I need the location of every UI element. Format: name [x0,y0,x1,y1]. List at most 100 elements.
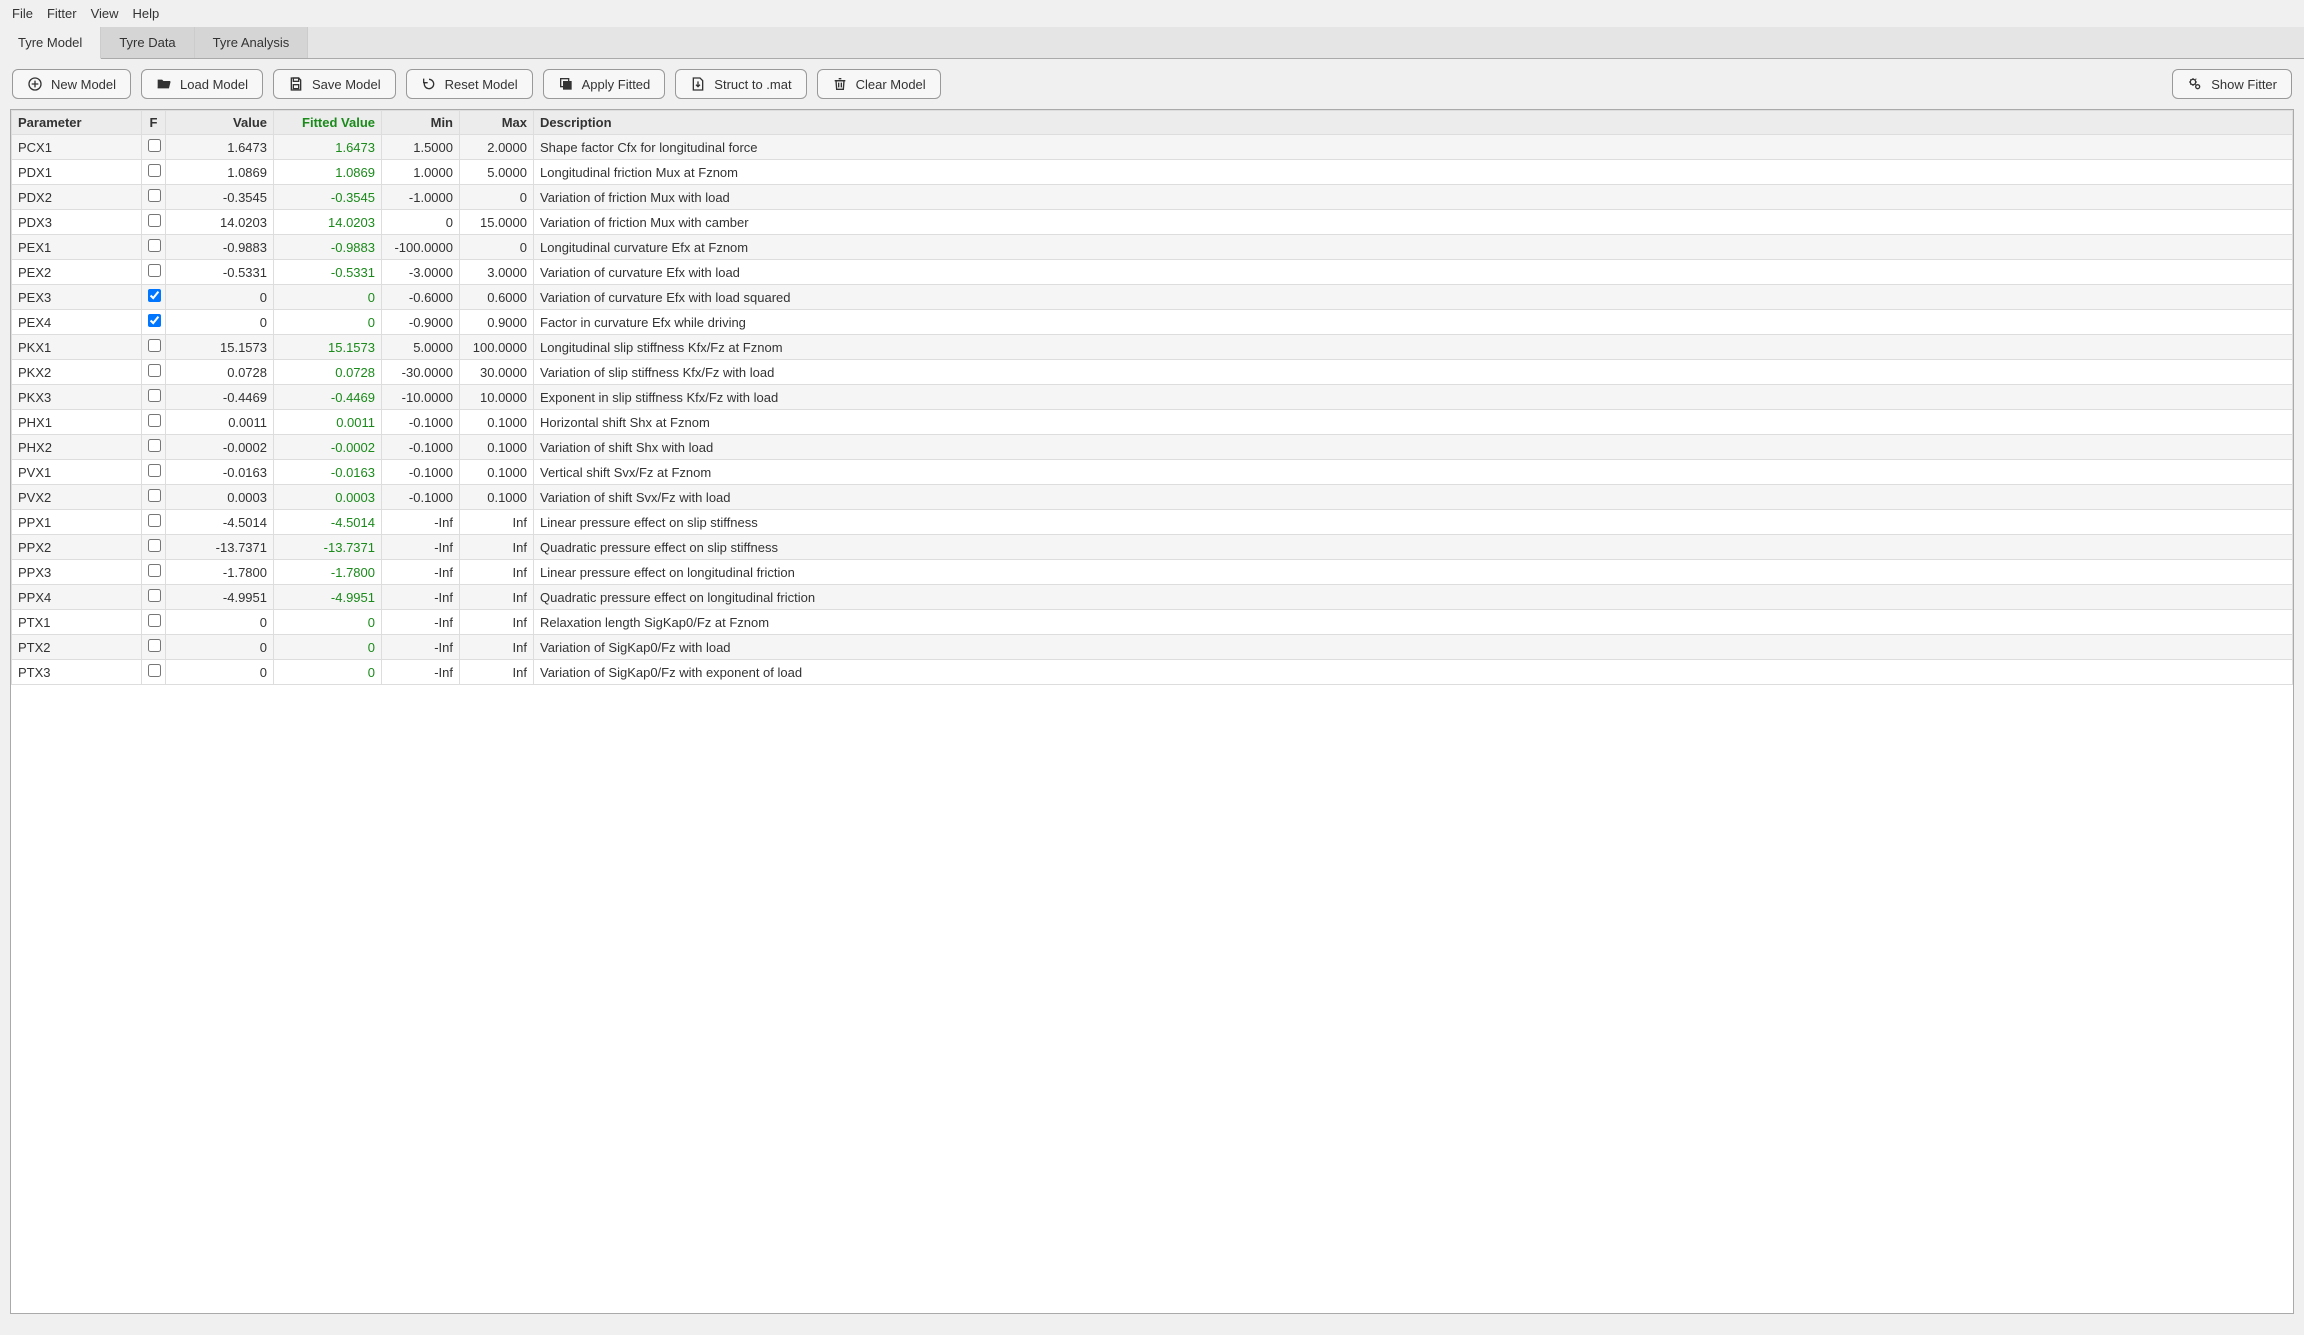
cell-max[interactable]: 0.1000 [460,410,534,435]
cell-value[interactable]: 0.0003 [166,485,274,510]
cell-max[interactable]: 0.9000 [460,310,534,335]
cell-description[interactable]: Variation of SigKap0/Fz with exponent of… [534,660,2293,685]
cell-min[interactable]: -Inf [382,560,460,585]
cell-description[interactable]: Vertical shift Svx/Fz at Fznom [534,460,2293,485]
cell-description[interactable]: Variation of slip stiffness Kfx/Fz with … [534,360,2293,385]
apply-fitted-button[interactable]: Apply Fitted [543,69,666,99]
cell-parameter[interactable]: PHX1 [12,410,142,435]
cell-max[interactable]: Inf [460,535,534,560]
cell-max[interactable]: 30.0000 [460,360,534,385]
fixed-checkbox[interactable] [148,214,161,227]
reset-model-button[interactable]: Reset Model [406,69,533,99]
struct-to-mat-button[interactable]: Struct to .mat [675,69,806,99]
fixed-checkbox[interactable] [148,564,161,577]
fixed-checkbox[interactable] [148,539,161,552]
fixed-checkbox[interactable] [148,639,161,652]
table-row[interactable]: PEX1-0.9883-0.9883-100.00000Longitudinal… [12,235,2293,260]
cell-description[interactable]: Exponent in slip stiffness Kfx/Fz with l… [534,385,2293,410]
fixed-checkbox[interactable] [148,464,161,477]
tab-tyre-model[interactable]: Tyre Model [0,27,101,59]
show-fitter-button[interactable]: Show Fitter [2172,69,2292,99]
cell-parameter[interactable]: PEX2 [12,260,142,285]
fixed-checkbox[interactable] [148,314,161,327]
cell-value[interactable]: 1.6473 [166,135,274,160]
fixed-checkbox[interactable] [148,414,161,427]
cell-min[interactable]: -Inf [382,660,460,685]
load-model-button[interactable]: Load Model [141,69,263,99]
cell-fitted[interactable]: 0 [274,310,382,335]
cell-parameter[interactable]: PPX4 [12,585,142,610]
cell-max[interactable]: Inf [460,660,534,685]
cell-min[interactable]: -0.9000 [382,310,460,335]
cell-max[interactable]: 10.0000 [460,385,534,410]
cell-parameter[interactable]: PKX3 [12,385,142,410]
fixed-checkbox[interactable] [148,389,161,402]
cell-description[interactable]: Linear pressure effect on longitudinal f… [534,560,2293,585]
cell-value[interactable]: -0.0002 [166,435,274,460]
fixed-checkbox[interactable] [148,514,161,527]
table-row[interactable]: PTX100-InfInfRelaxation length SigKap0/F… [12,610,2293,635]
table-row[interactable]: PVX1-0.0163-0.0163-0.10000.1000Vertical … [12,460,2293,485]
table-row[interactable]: PPX3-1.7800-1.7800-InfInfLinear pressure… [12,560,2293,585]
cell-value[interactable]: -4.5014 [166,510,274,535]
cell-max[interactable]: Inf [460,610,534,635]
cell-fitted[interactable]: -0.4469 [274,385,382,410]
cell-value[interactable]: -0.3545 [166,185,274,210]
cell-fitted[interactable]: -13.7371 [274,535,382,560]
col-value[interactable]: Value [166,111,274,135]
table-row[interactable]: PEX300-0.60000.6000Variation of curvatur… [12,285,2293,310]
cell-value[interactable]: 15.1573 [166,335,274,360]
fixed-checkbox[interactable] [148,364,161,377]
fixed-checkbox[interactable] [148,289,161,302]
cell-max[interactable]: 0 [460,185,534,210]
cell-min[interactable]: 1.5000 [382,135,460,160]
tab-tyre-data[interactable]: Tyre Data [101,27,194,58]
col-f[interactable]: F [142,111,166,135]
cell-fitted[interactable]: 0 [274,610,382,635]
clear-model-button[interactable]: Clear Model [817,69,941,99]
cell-parameter[interactable]: PEX4 [12,310,142,335]
cell-min[interactable]: -0.1000 [382,435,460,460]
table-row[interactable]: PDX11.08691.08691.00005.0000Longitudinal… [12,160,2293,185]
col-parameter[interactable]: Parameter [12,111,142,135]
cell-fitted[interactable]: -4.5014 [274,510,382,535]
new-model-button[interactable]: New Model [12,69,131,99]
cell-max[interactable]: 0.1000 [460,435,534,460]
cell-min[interactable]: 1.0000 [382,160,460,185]
cell-min[interactable]: 0 [382,210,460,235]
cell-description[interactable]: Variation of curvature Efx with load squ… [534,285,2293,310]
cell-parameter[interactable]: PDX1 [12,160,142,185]
table-row[interactable]: PCX11.64731.64731.50002.0000Shape factor… [12,135,2293,160]
cell-fitted[interactable]: -0.0163 [274,460,382,485]
cell-description[interactable]: Horizontal shift Shx at Fznom [534,410,2293,435]
cell-fitted[interactable]: -0.5331 [274,260,382,285]
cell-max[interactable]: 2.0000 [460,135,534,160]
cell-fitted[interactable]: -0.3545 [274,185,382,210]
cell-min[interactable]: -100.0000 [382,235,460,260]
table-row[interactable]: PHX2-0.0002-0.0002-0.10000.1000Variation… [12,435,2293,460]
cell-min[interactable]: -10.0000 [382,385,460,410]
menu-file[interactable]: File [8,4,37,23]
cell-value[interactable]: -0.9883 [166,235,274,260]
cell-min[interactable]: -Inf [382,585,460,610]
cell-max[interactable]: Inf [460,510,534,535]
cell-parameter[interactable]: PPX2 [12,535,142,560]
cell-min[interactable]: -Inf [382,510,460,535]
cell-fitted[interactable]: 0.0011 [274,410,382,435]
cell-description[interactable]: Factor in curvature Efx while driving [534,310,2293,335]
cell-parameter[interactable]: PDX2 [12,185,142,210]
table-row[interactable]: PEX400-0.90000.9000Factor in curvature E… [12,310,2293,335]
cell-description[interactable]: Longitudinal curvature Efx at Fznom [534,235,2293,260]
cell-fitted[interactable]: -1.7800 [274,560,382,585]
save-model-button[interactable]: Save Model [273,69,396,99]
cell-min[interactable]: -Inf [382,610,460,635]
cell-parameter[interactable]: PHX2 [12,435,142,460]
cell-fitted[interactable]: 0 [274,660,382,685]
cell-fitted[interactable]: 15.1573 [274,335,382,360]
cell-fitted[interactable]: 14.0203 [274,210,382,235]
menu-help[interactable]: Help [129,4,164,23]
menu-view[interactable]: View [87,4,123,23]
table-row[interactable]: PPX4-4.9951-4.9951-InfInfQuadratic press… [12,585,2293,610]
col-description[interactable]: Description [534,111,2293,135]
cell-max[interactable]: 0 [460,235,534,260]
